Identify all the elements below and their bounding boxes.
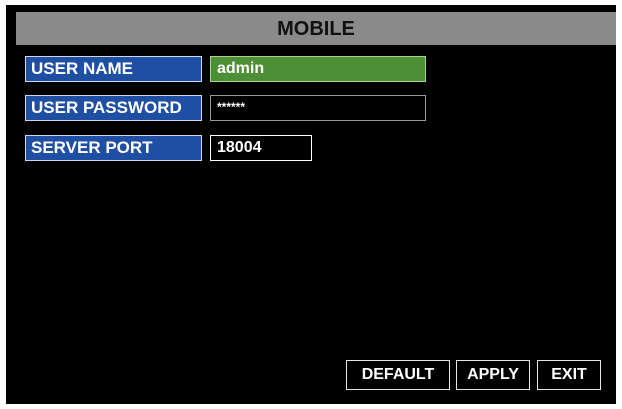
exit-button[interactable]: EXIT [537, 360, 601, 390]
default-button[interactable]: DEFAULT [346, 360, 450, 390]
user-name-field[interactable]: admin [210, 56, 426, 82]
mobile-settings-screen: MOBILE USER NAME admin USER PASSWORD ***… [6, 5, 616, 404]
apply-button[interactable]: APPLY [456, 360, 530, 390]
server-port-label: SERVER PORT [25, 135, 202, 161]
server-port-field[interactable]: 18004 [210, 135, 312, 161]
page-title: MOBILE [16, 12, 616, 45]
user-password-label: USER PASSWORD [25, 95, 202, 121]
user-password-field[interactable]: ****** [210, 95, 426, 121]
user-name-label: USER NAME [25, 56, 202, 82]
